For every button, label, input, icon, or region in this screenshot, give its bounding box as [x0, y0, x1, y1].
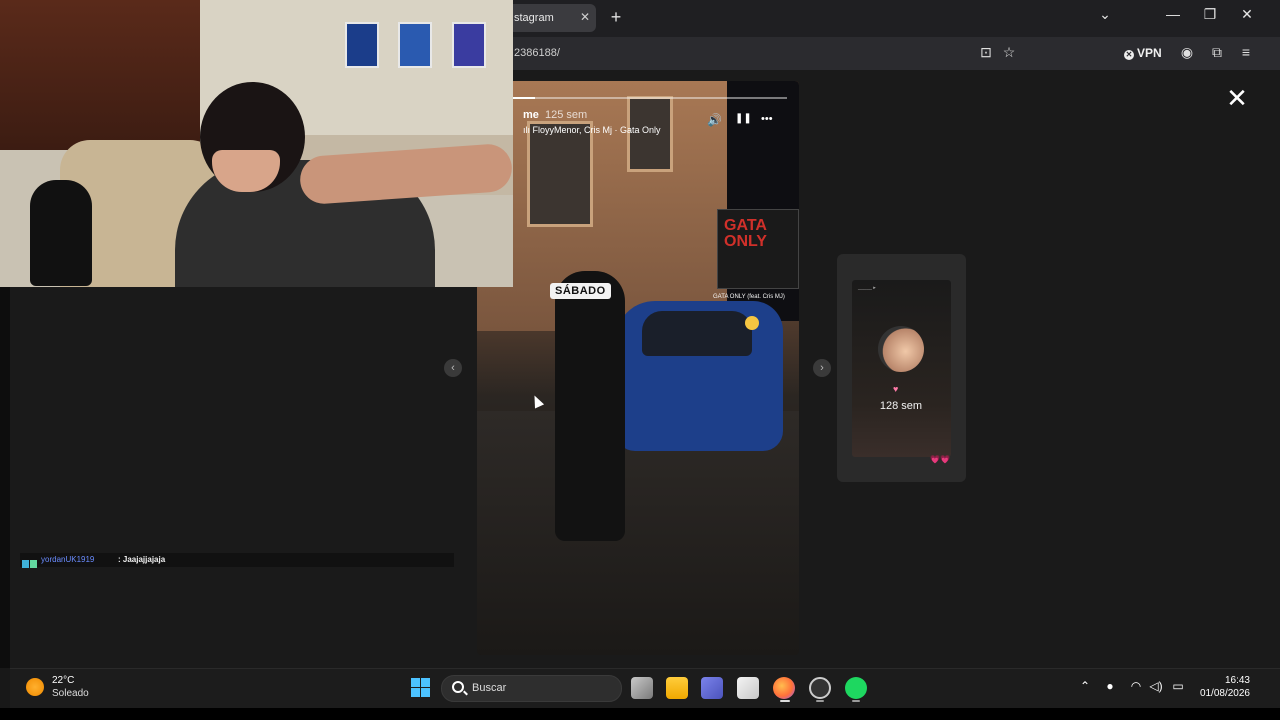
- taskbar-search[interactable]: Buscar: [441, 675, 622, 702]
- firefox-icon[interactable]: [773, 677, 795, 699]
- story-frame[interactable]: me 125 sem ılı FloyyMenor, Cris Mj · Gat…: [477, 81, 799, 655]
- obs-icon[interactable]: [809, 677, 831, 699]
- story-window: [527, 121, 593, 227]
- teams-icon[interactable]: [701, 677, 723, 699]
- hearts-emoji-icon: 💗💗: [930, 455, 950, 464]
- album-caption: GATA ONLY (feat. Cris MJ): [713, 294, 785, 300]
- cam-wall-art: [398, 22, 432, 68]
- search-placeholder: Buscar: [472, 682, 507, 694]
- story-progress-bar: [513, 97, 787, 99]
- url-field[interactable]: 2386188/: [514, 47, 560, 59]
- next-story-button[interactable]: ›: [813, 359, 831, 377]
- tray-chevron-icon[interactable]: ⌃: [1077, 679, 1093, 693]
- microphone-icon[interactable]: ●: [1102, 679, 1118, 693]
- vpn-off-icon: ✕: [1124, 50, 1134, 60]
- tab-title: stagram: [514, 12, 554, 24]
- app-indicator: [816, 700, 824, 702]
- badge-icon: [22, 560, 29, 568]
- chat-separator: :: [118, 555, 121, 564]
- battery-icon[interactable]: ▭: [1170, 679, 1186, 693]
- weather-temp[interactable]: 22°C: [52, 675, 74, 686]
- bookmark-star-icon[interactable]: ☆: [999, 44, 1019, 61]
- chat-message-text: Jaajajjajaja: [122, 555, 166, 564]
- clock-date[interactable]: 01/08/2026: [1190, 688, 1250, 699]
- minimize-button[interactable]: —: [1161, 6, 1185, 22]
- search-icon: [452, 681, 464, 693]
- menu-icon[interactable]: ≡: [1236, 44, 1256, 60]
- wifi-icon[interactable]: ◠: [1128, 679, 1144, 693]
- chat-message: yordanUK1919 : Jaajajjajaja: [20, 553, 454, 568]
- story-progress-fill: [513, 97, 535, 99]
- cam-microphone: [30, 180, 92, 286]
- story-username[interactable]: me: [523, 109, 539, 121]
- tab-list-icon[interactable]: ⌄: [1093, 6, 1117, 23]
- smiley-emoji-icon: [745, 316, 759, 330]
- browser-tab-instagram[interactable]: stagram ✕: [506, 4, 596, 32]
- chat-text: : Jaajajjajaja: [118, 555, 165, 564]
- album-cover-sticker[interactable]: GATA ONLY: [717, 209, 799, 289]
- webcam-overlay: [0, 0, 513, 287]
- preview-username: _____ ▸: [858, 285, 876, 291]
- cam-wall-art: [452, 22, 486, 68]
- screen: stagram ✕ + ⌄ — ❐ ✕ 2386188/ ⊡ ☆ ✕ VPN ◉ …: [0, 0, 1280, 708]
- volume-tray-icon[interactable]: ◁): [1148, 679, 1164, 693]
- album-cover-text: GATA ONLY: [724, 217, 767, 250]
- spotify-icon[interactable]: [845, 677, 867, 699]
- vpn-label: VPN: [1137, 46, 1162, 60]
- clock-time[interactable]: 16:43: [1190, 675, 1250, 686]
- preview-time-ago: 128 sem: [879, 400, 923, 412]
- preview-avatar: [878, 326, 924, 372]
- weather-desc[interactable]: Soleado: [52, 688, 89, 699]
- tab-close-icon[interactable]: ✕: [580, 10, 590, 24]
- pause-icon[interactable]: ❚❚: [735, 113, 752, 124]
- chat-badges: [22, 555, 38, 568]
- account-icon[interactable]: ◉: [1177, 44, 1197, 61]
- sun-icon[interactable]: [26, 678, 44, 696]
- task-view-icon[interactable]: [631, 677, 653, 699]
- store-icon[interactable]: [737, 677, 759, 699]
- story-person: [555, 271, 625, 541]
- windows-start-icon[interactable]: [411, 678, 430, 697]
- extensions-icon[interactable]: ⧉: [1207, 44, 1227, 61]
- close-viewer-icon[interactable]: ✕: [1224, 85, 1250, 111]
- active-app-indicator: [780, 700, 790, 702]
- story-car-window: [642, 311, 752, 356]
- close-window-button[interactable]: ✕: [1235, 6, 1259, 23]
- badge-icon: [30, 560, 37, 568]
- file-explorer-icon[interactable]: [666, 677, 688, 699]
- heart-icon: ♥: [893, 384, 899, 394]
- more-options-icon[interactable]: •••: [761, 113, 773, 125]
- story-music-label[interactable]: ılı FloyyMenor, Cris Mj · Gata Only: [523, 125, 661, 135]
- story-music-text: FloyyMenor, Cris Mj · Gata Only: [532, 125, 661, 135]
- story-time-ago: 125 sem: [545, 109, 588, 121]
- audio-wave-icon: ılı: [523, 125, 533, 135]
- install-app-icon[interactable]: ⊡: [976, 44, 996, 61]
- volume-icon[interactable]: 🔊: [707, 113, 722, 127]
- cam-shelf: [0, 0, 200, 150]
- new-tab-button[interactable]: +: [607, 7, 625, 28]
- previous-story-button[interactable]: ‹: [444, 359, 462, 377]
- chat-username: yordanUK1919: [41, 555, 95, 564]
- vpn-button[interactable]: ✕ VPN: [1124, 46, 1162, 60]
- story-sticker-text: SÁBADO: [550, 283, 611, 299]
- app-indicator: [852, 700, 860, 702]
- cam-wall-art: [345, 22, 379, 68]
- restore-button[interactable]: ❐: [1198, 6, 1222, 23]
